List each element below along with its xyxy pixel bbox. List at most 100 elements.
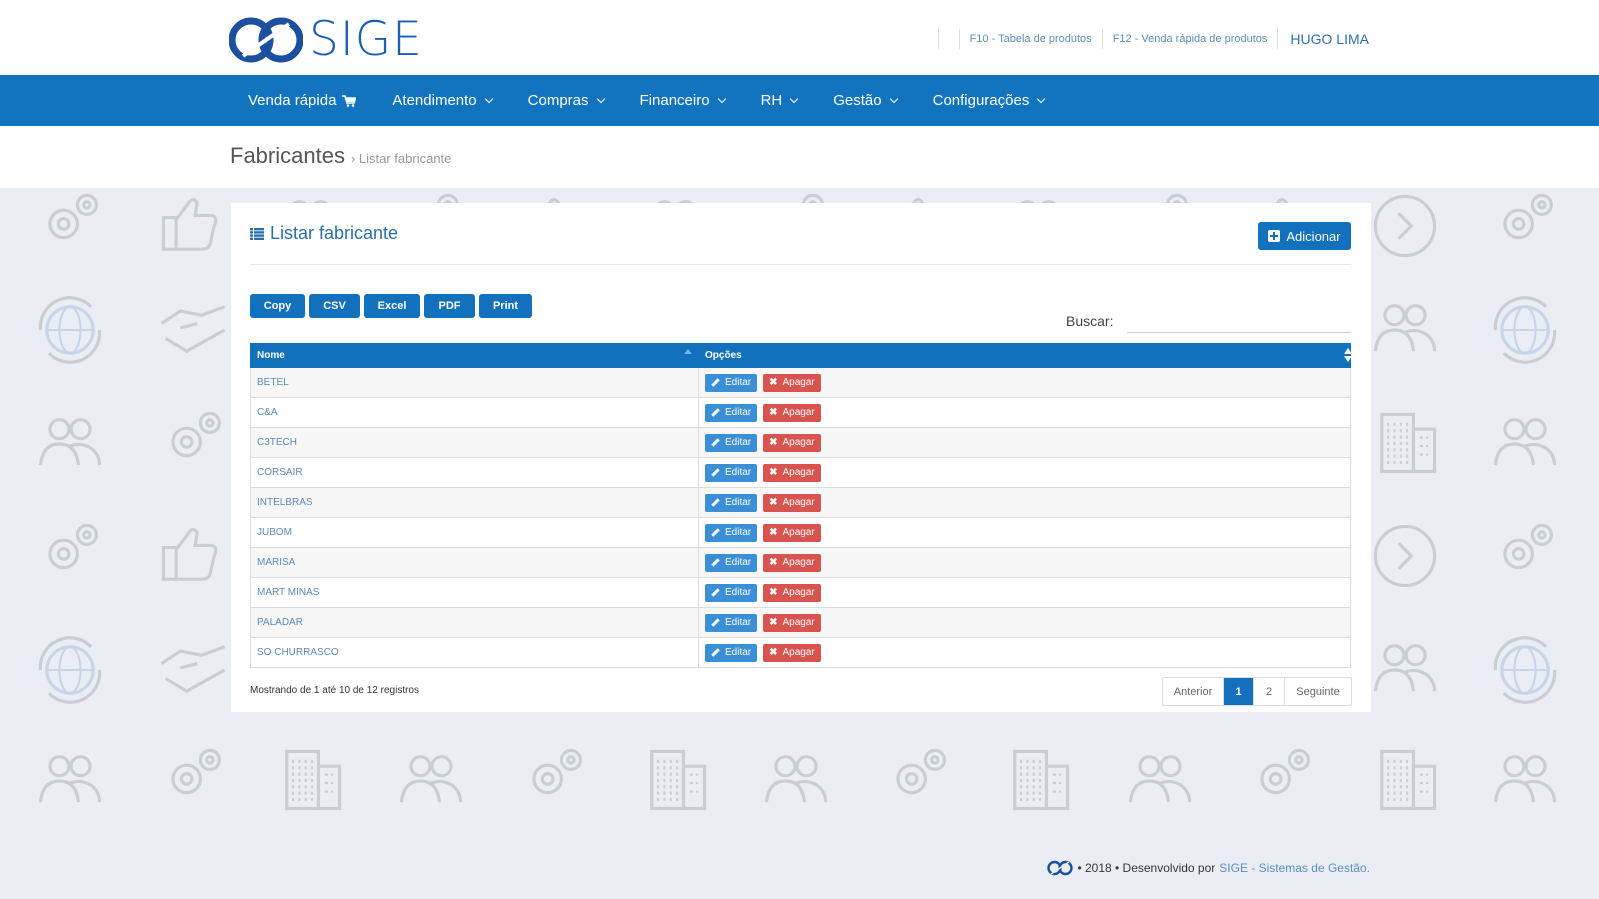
pencil-icon [711,648,720,657]
row-actions: Editar ✖ Apagar [698,427,1351,458]
pagination-prev[interactable]: Anterior [1163,678,1224,705]
row-actions: Editar ✖ Apagar [698,577,1351,608]
table-row: SO CHURRASCO Editar ✖ Apagar [250,637,1351,668]
breadcrumb-current: › Listar fabricante [350,151,452,166]
gear-icon [1503,193,1553,240]
csv-button[interactable]: CSV [309,294,360,318]
sige-logo[interactable]: SIGE [229,16,423,64]
edit-button[interactable]: Editar [705,403,758,422]
column-header-nome[interactable]: Nome [250,343,699,368]
arrow-icon [1373,524,1437,588]
manufacturer-name: MARISA [250,547,699,578]
table-row: MARISA Editar ✖ Apagar [250,547,1351,578]
nav-item-atendimento[interactable]: Atendimento [374,75,509,126]
manufacturer-name: BETEL [250,367,699,398]
edit-button[interactable]: Editar [705,643,758,662]
breadcrumb: Fabricantes › Listar fabricante [0,126,1599,188]
table-row: C3TECH Editar ✖ Apagar [250,427,1351,458]
edit-button[interactable]: Editar [705,433,758,452]
nav-item-venda-rapida[interactable]: Venda rápida [230,75,374,126]
row-actions: Editar ✖ Apagar [698,517,1351,548]
globe-icon [1493,296,1557,364]
delete-button[interactable]: ✖ Apagar [763,583,821,602]
pagination-next[interactable]: Seguinte [1285,678,1351,705]
edit-button[interactable]: Editar [705,613,758,632]
nav-item-configuracoes[interactable]: Configurações [915,75,1063,126]
pagination-page-1[interactable]: 1 [1224,678,1254,705]
nav-item-compras[interactable]: Compras [510,75,622,126]
nav-item-rh[interactable]: RH [743,75,816,126]
divider [937,29,939,49]
people-icon [1373,644,1437,692]
delete-button[interactable]: ✖ Apagar [763,553,821,572]
globe-icon [38,636,102,704]
edit-button[interactable]: Editar [705,583,758,602]
delete-button[interactable]: ✖ Apagar [763,613,821,632]
gear-icon [171,411,221,458]
manufacturer-name: C3TECH [250,427,699,458]
copy-button[interactable]: Copy [250,294,305,318]
footer: • 2018 • Desenvolvido por SIGE - Sistema… [1047,860,1370,876]
delete-button[interactable]: ✖ Apagar [763,523,821,542]
building-icon [650,749,707,811]
delete-button[interactable]: ✖ Apagar [763,433,821,452]
top-header: SIGE F10 - Tabela de produtos F12 - Vend… [0,0,1599,75]
gear-icon [896,748,946,795]
gear-icon [532,748,582,795]
footer-brand-link[interactable]: SIGE - Sistemas de Gestão. [1219,861,1370,875]
hand-icon [160,645,226,693]
print-button[interactable]: Print [479,294,532,318]
f12-quick-sale-link[interactable]: F12 - Venda rápida de produtos [1113,33,1268,45]
footer-text: • 2018 • Desenvolvido por [1077,861,1216,875]
pagination-page-2[interactable]: 2 [1254,678,1285,705]
delete-button[interactable]: ✖ Apagar [763,403,821,422]
delete-button[interactable]: ✖ Apagar [763,493,821,512]
delete-button[interactable]: ✖ Apagar [763,463,821,482]
add-button[interactable]: Adicionar [1258,222,1351,250]
f10-product-table-link[interactable]: F10 - Tabela de produtos [970,33,1092,45]
excel-button[interactable]: Excel [364,294,420,318]
row-actions: Editar ✖ Apagar [698,457,1351,488]
manufacturer-name: INTELBRAS [250,487,699,518]
close-icon: ✖ [769,617,778,628]
nav-item-gestao[interactable]: Gestão [815,75,914,126]
gear-icon [1503,523,1553,570]
edit-button[interactable]: Editar [705,463,758,482]
divider [250,264,1351,265]
chevron-down-icon [717,94,726,103]
gear-icon [171,748,221,795]
pencil-icon [711,468,720,477]
close-icon: ✖ [769,407,778,418]
people-icon [38,755,102,803]
user-menu[interactable]: HUGO LIMA [1290,31,1369,47]
edit-button[interactable]: Editar [705,523,758,542]
delete-button[interactable]: ✖ Apagar [763,643,821,662]
manufacturer-name: C&A [250,397,699,428]
panel-title: Listar fabricante [270,223,399,243]
panel-header: Listar fabricante [250,223,398,244]
logo-text: SIGE [309,12,423,67]
edit-button[interactable]: Editar [705,373,758,392]
close-icon: ✖ [769,377,778,388]
chevron-down-icon [484,94,493,103]
pdf-button[interactable]: PDF [424,294,475,318]
delete-button[interactable]: ✖ Apagar [763,373,821,392]
search-input[interactable] [1127,309,1352,333]
hand-icon [160,305,226,353]
chevron-down-icon [889,94,898,103]
nav-item-label: Atendimento [392,92,477,109]
search-box: Buscar: [1066,309,1352,333]
content-panel: Listar fabricante Adicionar Copy CSV Exc… [231,203,1371,712]
people-icon [1493,755,1557,803]
gear-icon [1260,748,1310,795]
main-nav: Venda rápida Atendimento Compras Finance… [0,75,1599,126]
nav-item-label: Financeiro [639,92,710,109]
logo-mark-icon [1047,860,1074,876]
nav-item-financeiro[interactable]: Financeiro [622,75,743,126]
column-header-opcoes[interactable]: Opções [698,343,1352,368]
edit-button[interactable]: Editar [705,493,758,512]
edit-button[interactable]: Editar [705,553,758,572]
pencil-icon [711,618,720,627]
pencil-icon [711,558,720,567]
building-icon [1380,749,1437,811]
